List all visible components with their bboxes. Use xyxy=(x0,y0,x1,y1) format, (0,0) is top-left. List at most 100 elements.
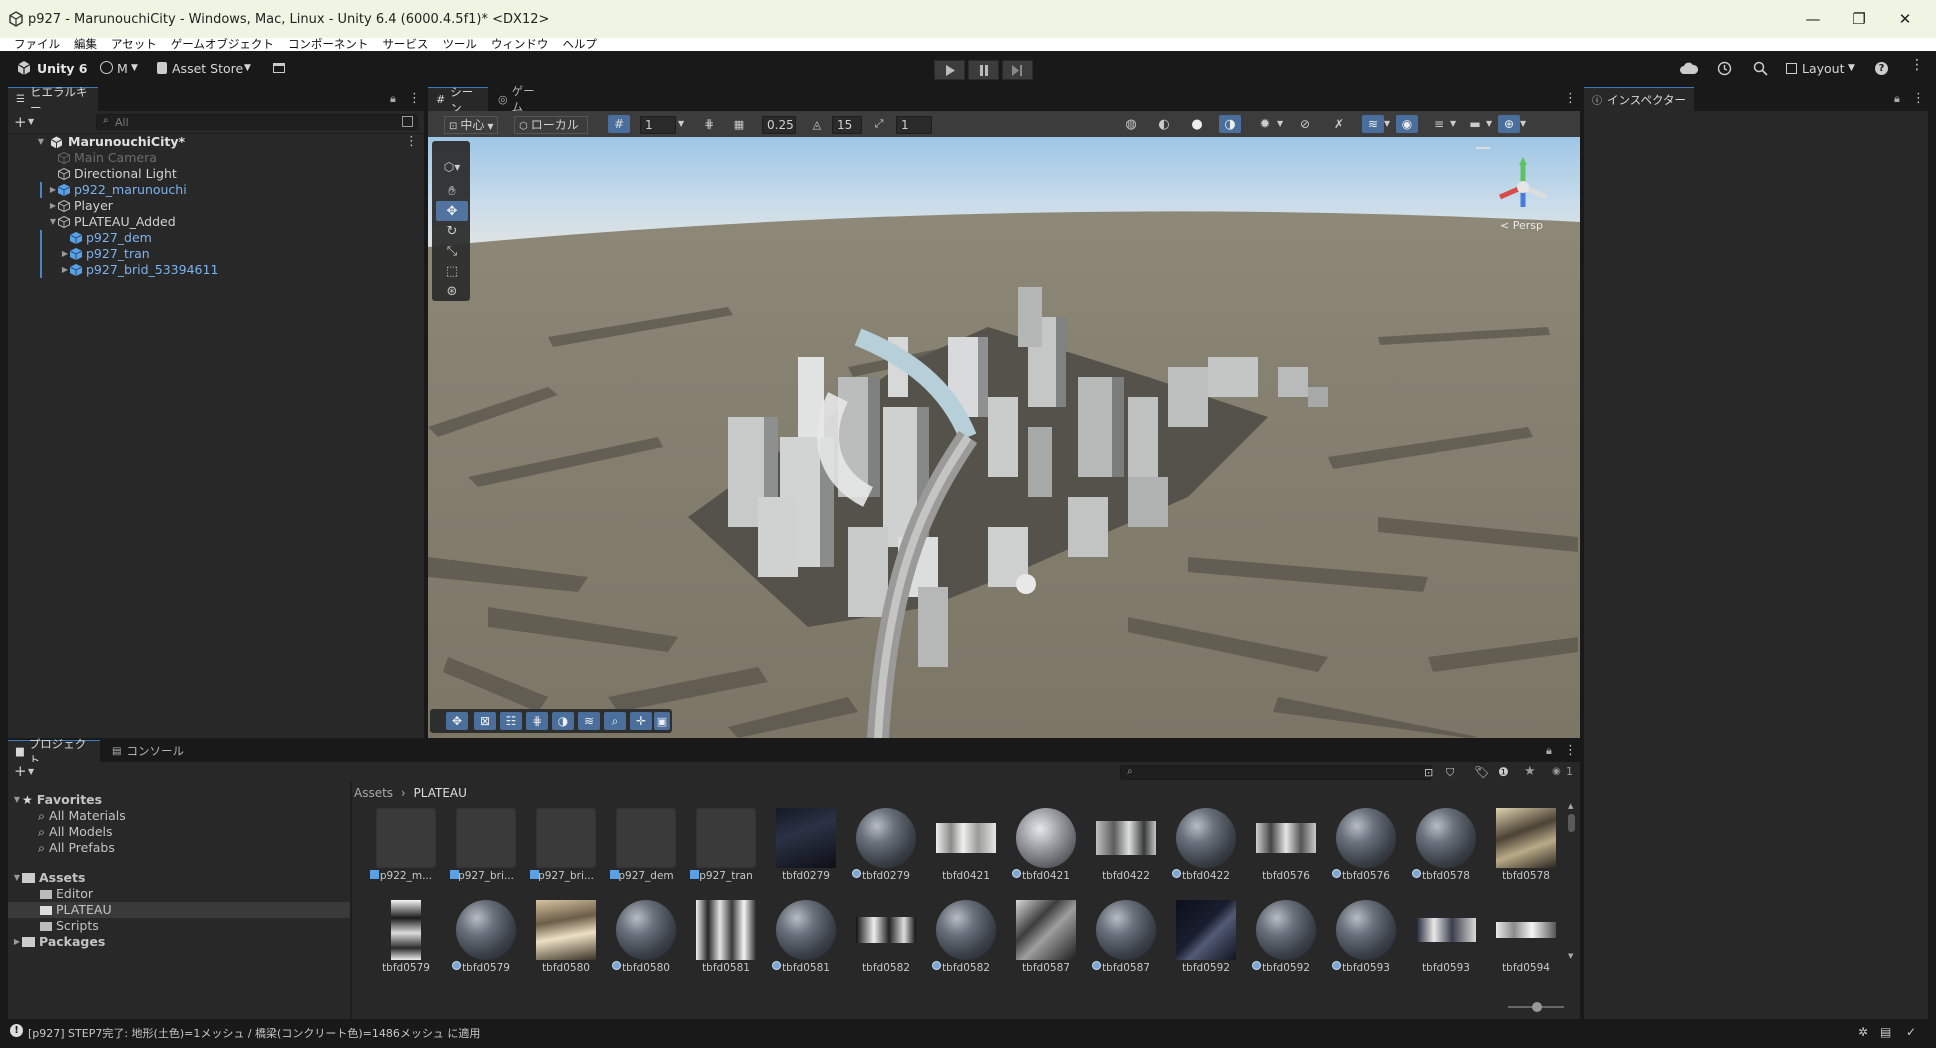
orientation-gizmo[interactable] xyxy=(1488,157,1558,217)
chevron-down-icon[interactable]: ▼ xyxy=(1486,119,1492,128)
asset-item[interactable]: tbfd0581 xyxy=(766,896,844,982)
camera-overlay-icon[interactable]: ▣ xyxy=(654,712,670,730)
add-icon[interactable]: + xyxy=(14,113,27,131)
tab-inspector[interactable]: ⓘ インスペクター xyxy=(1584,87,1694,111)
camera-settings-icon[interactable]: ▬ xyxy=(1464,115,1486,133)
chevron-down-icon[interactable]: ▼ xyxy=(1277,119,1283,128)
hierarchy-item[interactable]: ▶ p927_brid_53394611 xyxy=(40,262,424,278)
rotate-snap-icon[interactable]: ◬ xyxy=(806,115,828,133)
asset-item[interactable]: tbfd0592 xyxy=(1246,896,1324,982)
asset-item[interactable]: ▶p927_dem xyxy=(606,804,684,890)
project-search-input[interactable]: ⌕ xyxy=(1120,765,1432,780)
warning-icon[interactable]: ❶ xyxy=(1498,765,1509,779)
shaded-icon[interactable]: ● xyxy=(1186,115,1208,133)
chevron-down-icon[interactable]: ▼ xyxy=(1384,119,1390,128)
menu-file[interactable]: ファイル xyxy=(0,38,67,51)
label-icon[interactable]: 🏷︎ xyxy=(1474,765,1489,779)
hierarchy-item[interactable]: ▶ Player xyxy=(48,198,424,214)
version-control-icon[interactable] xyxy=(273,63,285,73)
menu-component[interactable]: コンポーネント xyxy=(281,38,376,51)
scale-snap-icon[interactable]: ⤢ xyxy=(868,115,890,133)
pause-button[interactable] xyxy=(968,60,999,80)
hierarchy-item[interactable]: p927_dem xyxy=(40,230,424,246)
asset-store-button[interactable]: Asset Store xyxy=(172,61,243,76)
asset-item[interactable]: tbfd0587 xyxy=(1086,896,1164,982)
view-options-icon[interactable]: ⬡▾ xyxy=(436,157,468,177)
status-message[interactable]: [p927] STEP7完了: 地形(土色)=1メッシュ / 橋梁(コンクリート… xyxy=(28,1025,480,1041)
asset-item[interactable]: ▶p927_bri... xyxy=(526,804,604,890)
snap-scale-field[interactable]: 1 xyxy=(896,116,932,134)
folder-plateau[interactable]: PLATEAU xyxy=(8,902,350,918)
breadcrumb-assets[interactable]: Assets xyxy=(354,786,393,800)
tab-hierarchy[interactable]: ☰ ヒエラルキー xyxy=(8,85,98,115)
asset-item[interactable]: tbfd0576 xyxy=(1246,804,1324,890)
folder-editor[interactable]: Editor xyxy=(40,886,93,902)
asset-item[interactable]: tbfd0421 xyxy=(1006,804,1084,890)
breadcrumb-plateau[interactable]: PLATEAU xyxy=(414,786,467,800)
asset-item[interactable]: tbfd0593 xyxy=(1326,896,1404,982)
more-options-icon[interactable]: ⋮ xyxy=(1564,743,1577,758)
minimize-button[interactable]: — xyxy=(1790,0,1836,38)
favorite-all-prefabs[interactable]: ⌕ All Prefabs xyxy=(38,840,115,856)
expand-arrow-icon[interactable]: ▶ xyxy=(48,198,58,214)
play-button[interactable] xyxy=(934,60,965,80)
asset-item[interactable]: tbfd0593 xyxy=(1406,896,1484,982)
hierarchy-item[interactable]: Directional Light xyxy=(48,166,424,182)
asset-item[interactable]: tbfd0578 xyxy=(1406,804,1484,890)
lighting-toggle-icon[interactable]: ✹ xyxy=(1254,115,1276,133)
rect-tool-icon[interactable]: ⬚ xyxy=(436,261,468,281)
menu-services[interactable]: サービス xyxy=(375,38,435,51)
asset-scrollbar[interactable]: ▲ ▼ xyxy=(1566,802,1576,962)
scene-layers-icon[interactable]: ≋ xyxy=(1362,115,1384,133)
fx-toggle-icon[interactable]: ✗ xyxy=(1328,115,1350,133)
expand-arrow-icon[interactable]: ▼ xyxy=(48,214,58,230)
snap-move-field[interactable]: 0.25 xyxy=(762,116,796,134)
menu-help[interactable]: ヘルプ xyxy=(555,38,604,51)
menu-window[interactable]: ウィンドウ xyxy=(484,38,556,51)
asset-item[interactable]: tbfd0581 xyxy=(686,896,764,982)
snap-angle-field[interactable]: 15 xyxy=(832,116,862,134)
settings-overlay-icon[interactable]: ☷ xyxy=(500,712,522,730)
favorite-all-materials[interactable]: ⌕ All Materials xyxy=(38,808,126,824)
asset-item[interactable]: tbfd0587 xyxy=(1006,896,1084,982)
lock-icon[interactable]: 🔒︎ xyxy=(1546,744,1552,758)
account-menu[interactable]: M xyxy=(117,61,128,76)
layers-overlay-icon[interactable]: ≋ xyxy=(578,712,600,730)
chevron-down-icon[interactable]: ▼ xyxy=(28,117,34,126)
search-icon[interactable] xyxy=(1753,61,1768,76)
expand-arrow-icon[interactable]: ▶ xyxy=(60,246,70,262)
more-options-icon[interactable]: ⋮ xyxy=(405,134,418,150)
menu-edit[interactable]: 編集 xyxy=(67,38,104,51)
checkmark-icon[interactable]: ✓ xyxy=(1906,1025,1916,1039)
tab-console[interactable]: ▤ コンソール xyxy=(104,740,196,762)
menu-tools[interactable]: ツール xyxy=(435,38,484,51)
history-icon[interactable] xyxy=(1717,61,1732,76)
assets-root-row[interactable]: ▼ Assets xyxy=(12,870,86,886)
unity-version-label[interactable]: Unity 6 xyxy=(37,61,88,76)
hand-tool-icon[interactable]: ✋︎ xyxy=(436,181,468,201)
chevron-down-icon[interactable]: ▼ xyxy=(28,767,34,776)
orientation-gizmo-icon[interactable]: ◍ xyxy=(1120,115,1142,133)
transform-tool-icon[interactable]: ⊛ xyxy=(436,281,468,301)
slider-handle[interactable] xyxy=(1532,1002,1542,1012)
visibility-icon[interactable]: ◉ xyxy=(1396,115,1418,133)
star-icon[interactable]: ★ xyxy=(1524,764,1536,779)
hidden-packages-icon[interactable]: ◉ xyxy=(1552,766,1561,777)
search-by-type-icon[interactable]: ⊡ xyxy=(1424,766,1433,779)
perspective-label[interactable]: < Persp xyxy=(1500,219,1543,232)
gizmos-icon[interactable]: ⊕ xyxy=(1498,115,1520,133)
grid-overlay-icon[interactable]: ⋕ xyxy=(526,712,548,730)
asset-item[interactable]: tbfd0580 xyxy=(606,896,684,982)
scroll-thumb[interactable] xyxy=(1568,814,1575,832)
lit-shading-icon[interactable]: ◑ xyxy=(1219,115,1241,133)
account-icon[interactable] xyxy=(100,61,113,74)
hierarchy-search-input[interactable]: ⌕ All xyxy=(96,114,418,130)
asset-item[interactable]: tbfd0592 xyxy=(1166,896,1244,982)
asset-item[interactable]: tbfd0279 xyxy=(766,804,844,890)
asset-item[interactable]: tbfd0422 xyxy=(1166,804,1244,890)
add-icon[interactable]: + xyxy=(14,762,27,780)
more-options-icon[interactable]: ⋮ xyxy=(1910,57,1924,73)
asset-item[interactable]: ▶p927_bri... xyxy=(446,804,524,890)
progress-icon[interactable]: ▤ xyxy=(1880,1025,1891,1039)
debug-icon[interactable]: ✲ xyxy=(1858,1025,1868,1039)
